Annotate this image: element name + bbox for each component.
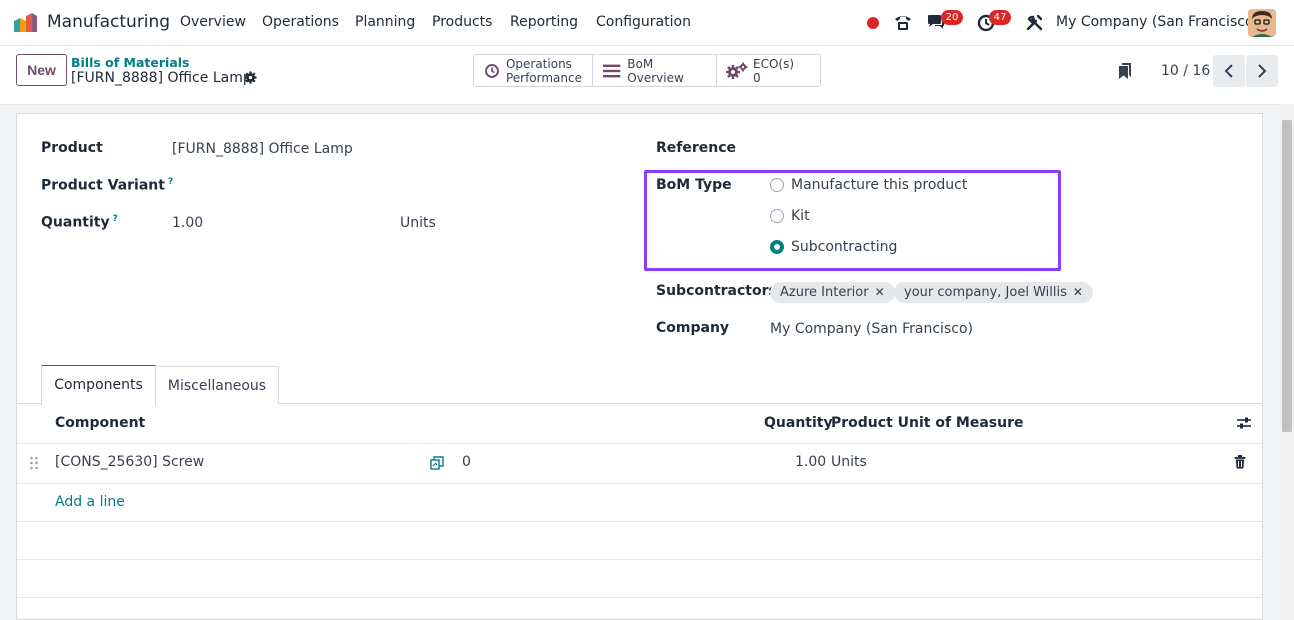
drag-handle-icon[interactable] — [29, 456, 39, 470]
radio-subcontracting[interactable] — [770, 240, 784, 254]
record-status-icon[interactable] — [866, 16, 880, 30]
performance-label: Performance — [505, 70, 582, 85]
quantity-field[interactable]: 1.00 — [172, 215, 203, 231]
chevron-left-icon — [1224, 64, 1233, 78]
manufacturing-app-icon[interactable] — [12, 12, 38, 34]
menu-products[interactable]: Products — [432, 14, 492, 30]
radio-kit[interactable] — [770, 209, 784, 223]
operations-performance-button[interactable]: Operations Performance — [474, 55, 593, 86]
eco-count: 0 — [753, 70, 761, 85]
pager-next-button[interactable] — [1246, 55, 1278, 87]
quantity-uom-field[interactable]: Units — [400, 215, 436, 231]
radio-subcontracting-label[interactable]: Subcontracting — [791, 239, 897, 255]
subcontractor-tag: Azure Interior ✕ — [770, 282, 895, 303]
radio-manufacture[interactable] — [770, 178, 784, 192]
breadcrumb-bills-of-materials[interactable]: Bills of Materials — [71, 55, 190, 70]
tab-components[interactable]: Components — [41, 365, 156, 405]
subcontractor-tag-name: your company, Joel Willis — [904, 285, 1067, 300]
row-divider — [17, 521, 1262, 522]
messages-badge: 20 — [941, 10, 963, 25]
debug-tools-icon[interactable] — [1026, 14, 1043, 31]
product-label: Product — [41, 140, 103, 156]
optional-columns-icon[interactable] — [1236, 416, 1252, 430]
top-navbar: Manufacturing Overview Operations Planni… — [0, 0, 1294, 46]
bars-icon — [603, 64, 621, 77]
quantity-label: Quantity? — [41, 214, 118, 231]
row-divider — [17, 597, 1262, 598]
user-avatar[interactable] — [1248, 9, 1276, 37]
product-variant-label: Product Variant? — [41, 177, 173, 194]
product-field[interactable]: [FURN_8888] Office Lamp — [172, 141, 353, 157]
remove-tag-icon[interactable]: ✕ — [875, 285, 885, 299]
forecast-icon[interactable] — [430, 456, 444, 470]
uom-cell[interactable]: Units — [831, 454, 867, 470]
company-field[interactable]: My Company (San Francisco) — [770, 321, 973, 337]
pager-previous-button[interactable] — [1213, 55, 1245, 87]
tab-miscellaneous[interactable]: Miscellaneous — [155, 366, 279, 404]
operations-label: Operations — [505, 56, 572, 71]
radio-manufacture-label[interactable]: Manufacture this product — [791, 177, 967, 193]
clock-icon — [485, 63, 499, 78]
record-title: [FURN_8888] Office Lamp — [71, 70, 252, 86]
column-uom[interactable]: Product Unit of Measure — [831, 415, 1024, 431]
quantity-text: Quantity — [41, 214, 110, 231]
menu-configuration[interactable]: Configuration — [596, 14, 691, 30]
row-divider — [17, 483, 1262, 484]
product-variant-text: Product Variant — [41, 177, 165, 194]
availability-cell: 0 — [462, 454, 471, 470]
reference-label: Reference — [656, 140, 737, 156]
eco-label: ECO(s) — [753, 56, 795, 71]
activity-badge: 47 — [989, 10, 1011, 25]
scrollbar-thumb[interactable] — [1282, 120, 1292, 432]
subcontractors-label: Subcontractors — [656, 283, 777, 299]
company-switcher[interactable]: My Company (San Francisco) — [1056, 14, 1259, 30]
component-cell[interactable]: [CONS_25630] Screw — [55, 454, 204, 470]
pager-value[interactable]: 10 / 16 — [1161, 63, 1210, 79]
row-divider — [17, 559, 1262, 560]
chevron-right-icon — [1258, 64, 1267, 78]
menu-operations[interactable]: Operations — [262, 14, 339, 30]
menu-planning[interactable]: Planning — [355, 14, 415, 30]
column-component[interactable]: Component — [55, 415, 145, 431]
company-label: Company — [656, 320, 730, 336]
bom-overview-button[interactable]: BoM Overview — [593, 55, 717, 86]
new-button[interactable]: New — [16, 54, 67, 86]
subcontractor-tag-name: Azure Interior — [780, 285, 869, 300]
bookmark-icon[interactable] — [1118, 62, 1132, 80]
column-quantity[interactable]: Quantity — [764, 415, 833, 431]
subcontractor-tag: your company, Joel Willis ✕ — [894, 282, 1093, 303]
menu-reporting[interactable]: Reporting — [510, 14, 578, 30]
bom-type-label: BoM Type — [656, 177, 732, 193]
trash-icon[interactable] — [1234, 455, 1246, 469]
cogs-icon — [726, 62, 748, 79]
quantity-cell[interactable]: 1.00 — [795, 454, 826, 470]
user-avatar-image — [1248, 9, 1276, 37]
menu-overview[interactable]: Overview — [180, 14, 246, 30]
product-variant-help-icon[interactable]: ? — [168, 177, 173, 187]
table-header-divider — [17, 443, 1262, 444]
remove-tag-icon[interactable]: ✕ — [1073, 285, 1083, 299]
app-name[interactable]: Manufacturing — [47, 12, 170, 32]
radio-kit-label[interactable]: Kit — [791, 208, 810, 224]
quantity-help-icon[interactable]: ? — [113, 214, 118, 224]
eco-button[interactable]: ECO(s) 0 — [717, 55, 820, 86]
bom-overview-label: BoM Overview — [627, 56, 684, 85]
add-a-line-link[interactable]: Add a line — [55, 494, 125, 510]
smart-buttons: Operations Performance BoM Overview ECO(s… — [473, 54, 821, 87]
gear-icon[interactable] — [244, 71, 257, 84]
phone-icon[interactable] — [893, 13, 913, 31]
